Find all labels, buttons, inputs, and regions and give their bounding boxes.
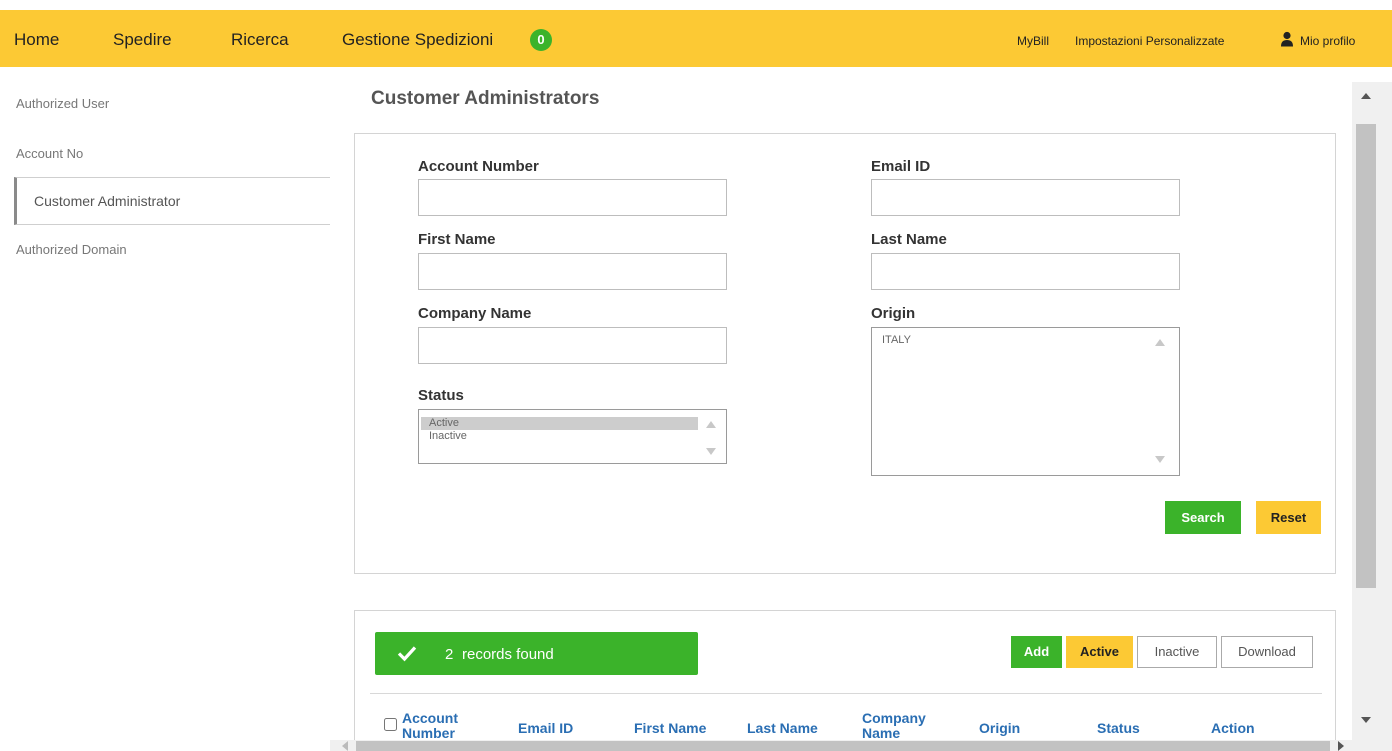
origin-label: Origin: [871, 305, 916, 322]
column-header-first-name[interactable]: First Name: [634, 720, 706, 736]
nav-home[interactable]: Home: [14, 30, 59, 50]
top-navigation: Home Spedire Ricerca Gestione Spedizioni…: [0, 0, 1392, 82]
user-icon[interactable]: [1280, 31, 1294, 47]
nav-gestione-spedizioni[interactable]: Gestione Spedizioni: [342, 30, 493, 50]
horizontal-scroll-thumb[interactable]: [356, 741, 1330, 751]
results-divider: [370, 693, 1322, 694]
last-name-input[interactable]: [871, 253, 1180, 290]
sidebar-item-account-no[interactable]: Account No: [16, 146, 83, 161]
nav-impostazioni[interactable]: Impostazioni Personalizzate: [1075, 34, 1224, 48]
email-id-label: Email ID: [871, 158, 931, 175]
account-number-label: Account Number: [418, 158, 539, 175]
scroll-up-arrow-icon[interactable]: [1155, 338, 1165, 346]
company-name-label: Company Name: [418, 305, 532, 322]
nav-mybill[interactable]: MyBill: [1017, 34, 1049, 48]
column-header-last-name[interactable]: Last Name: [747, 720, 818, 736]
scroll-up-arrow-icon[interactable]: [706, 420, 716, 428]
first-name-input[interactable]: [418, 253, 727, 290]
nav-ricerca[interactable]: Ricerca: [231, 30, 289, 50]
select-all-checkbox[interactable]: [384, 718, 397, 731]
records-found-banner: 2 records found: [375, 632, 698, 675]
inactive-filter-button[interactable]: Inactive: [1137, 636, 1217, 668]
check-icon: [397, 646, 417, 662]
sidebar-item-authorized-user[interactable]: Authorized User: [16, 96, 109, 111]
scroll-down-arrow-icon[interactable]: [1361, 716, 1371, 724]
column-header-email-id[interactable]: Email ID: [518, 720, 573, 736]
status-label: Status: [418, 387, 464, 404]
scroll-left-arrow-icon[interactable]: [342, 741, 348, 751]
scroll-right-arrow-icon[interactable]: [1338, 741, 1344, 751]
page-title: Customer Administrators: [371, 88, 600, 109]
company-name-input[interactable]: [418, 327, 727, 364]
first-name-label: First Name: [418, 231, 496, 248]
download-button[interactable]: Download: [1221, 636, 1313, 668]
sidebar-item-authorized-domain[interactable]: Authorized Domain: [16, 242, 127, 257]
search-button[interactable]: Search: [1165, 501, 1241, 534]
nav-spedire[interactable]: Spedire: [113, 30, 172, 50]
reset-button[interactable]: Reset: [1256, 501, 1321, 534]
gestione-count-badge: 0: [530, 29, 552, 51]
last-name-label: Last Name: [871, 231, 947, 248]
status-option-active[interactable]: Active: [421, 417, 698, 430]
records-count: 2: [445, 646, 454, 663]
origin-option[interactable]: ITALY: [874, 334, 911, 347]
scroll-down-arrow-icon[interactable]: [706, 448, 716, 456]
add-button[interactable]: Add: [1011, 636, 1062, 668]
column-header-company-name[interactable]: Company Name: [862, 711, 942, 741]
vertical-scroll-thumb[interactable]: [1356, 124, 1376, 588]
records-found-label: records found: [462, 646, 554, 663]
origin-listbox[interactable]: ITALY: [871, 327, 1180, 476]
account-number-input[interactable]: [418, 179, 727, 216]
column-header-origin[interactable]: Origin: [979, 720, 1020, 736]
active-filter-button[interactable]: Active: [1066, 636, 1133, 668]
column-header-account-number[interactable]: Account Number: [402, 711, 472, 741]
scroll-down-arrow-icon[interactable]: [1155, 456, 1165, 464]
column-header-action: Action: [1211, 720, 1255, 736]
status-listbox[interactable]: Active Inactive: [418, 409, 727, 464]
sidebar-item-label: Customer Administrator: [34, 193, 181, 209]
scroll-up-arrow-icon[interactable]: [1361, 92, 1371, 100]
sidebar-item-customer-administrator[interactable]: Customer Administrator: [14, 177, 330, 225]
email-id-input[interactable]: [871, 179, 1180, 216]
nav-mio-profilo[interactable]: Mio profilo: [1300, 34, 1355, 48]
status-option-inactive[interactable]: Inactive: [421, 430, 467, 443]
column-header-status[interactable]: Status: [1097, 720, 1140, 736]
